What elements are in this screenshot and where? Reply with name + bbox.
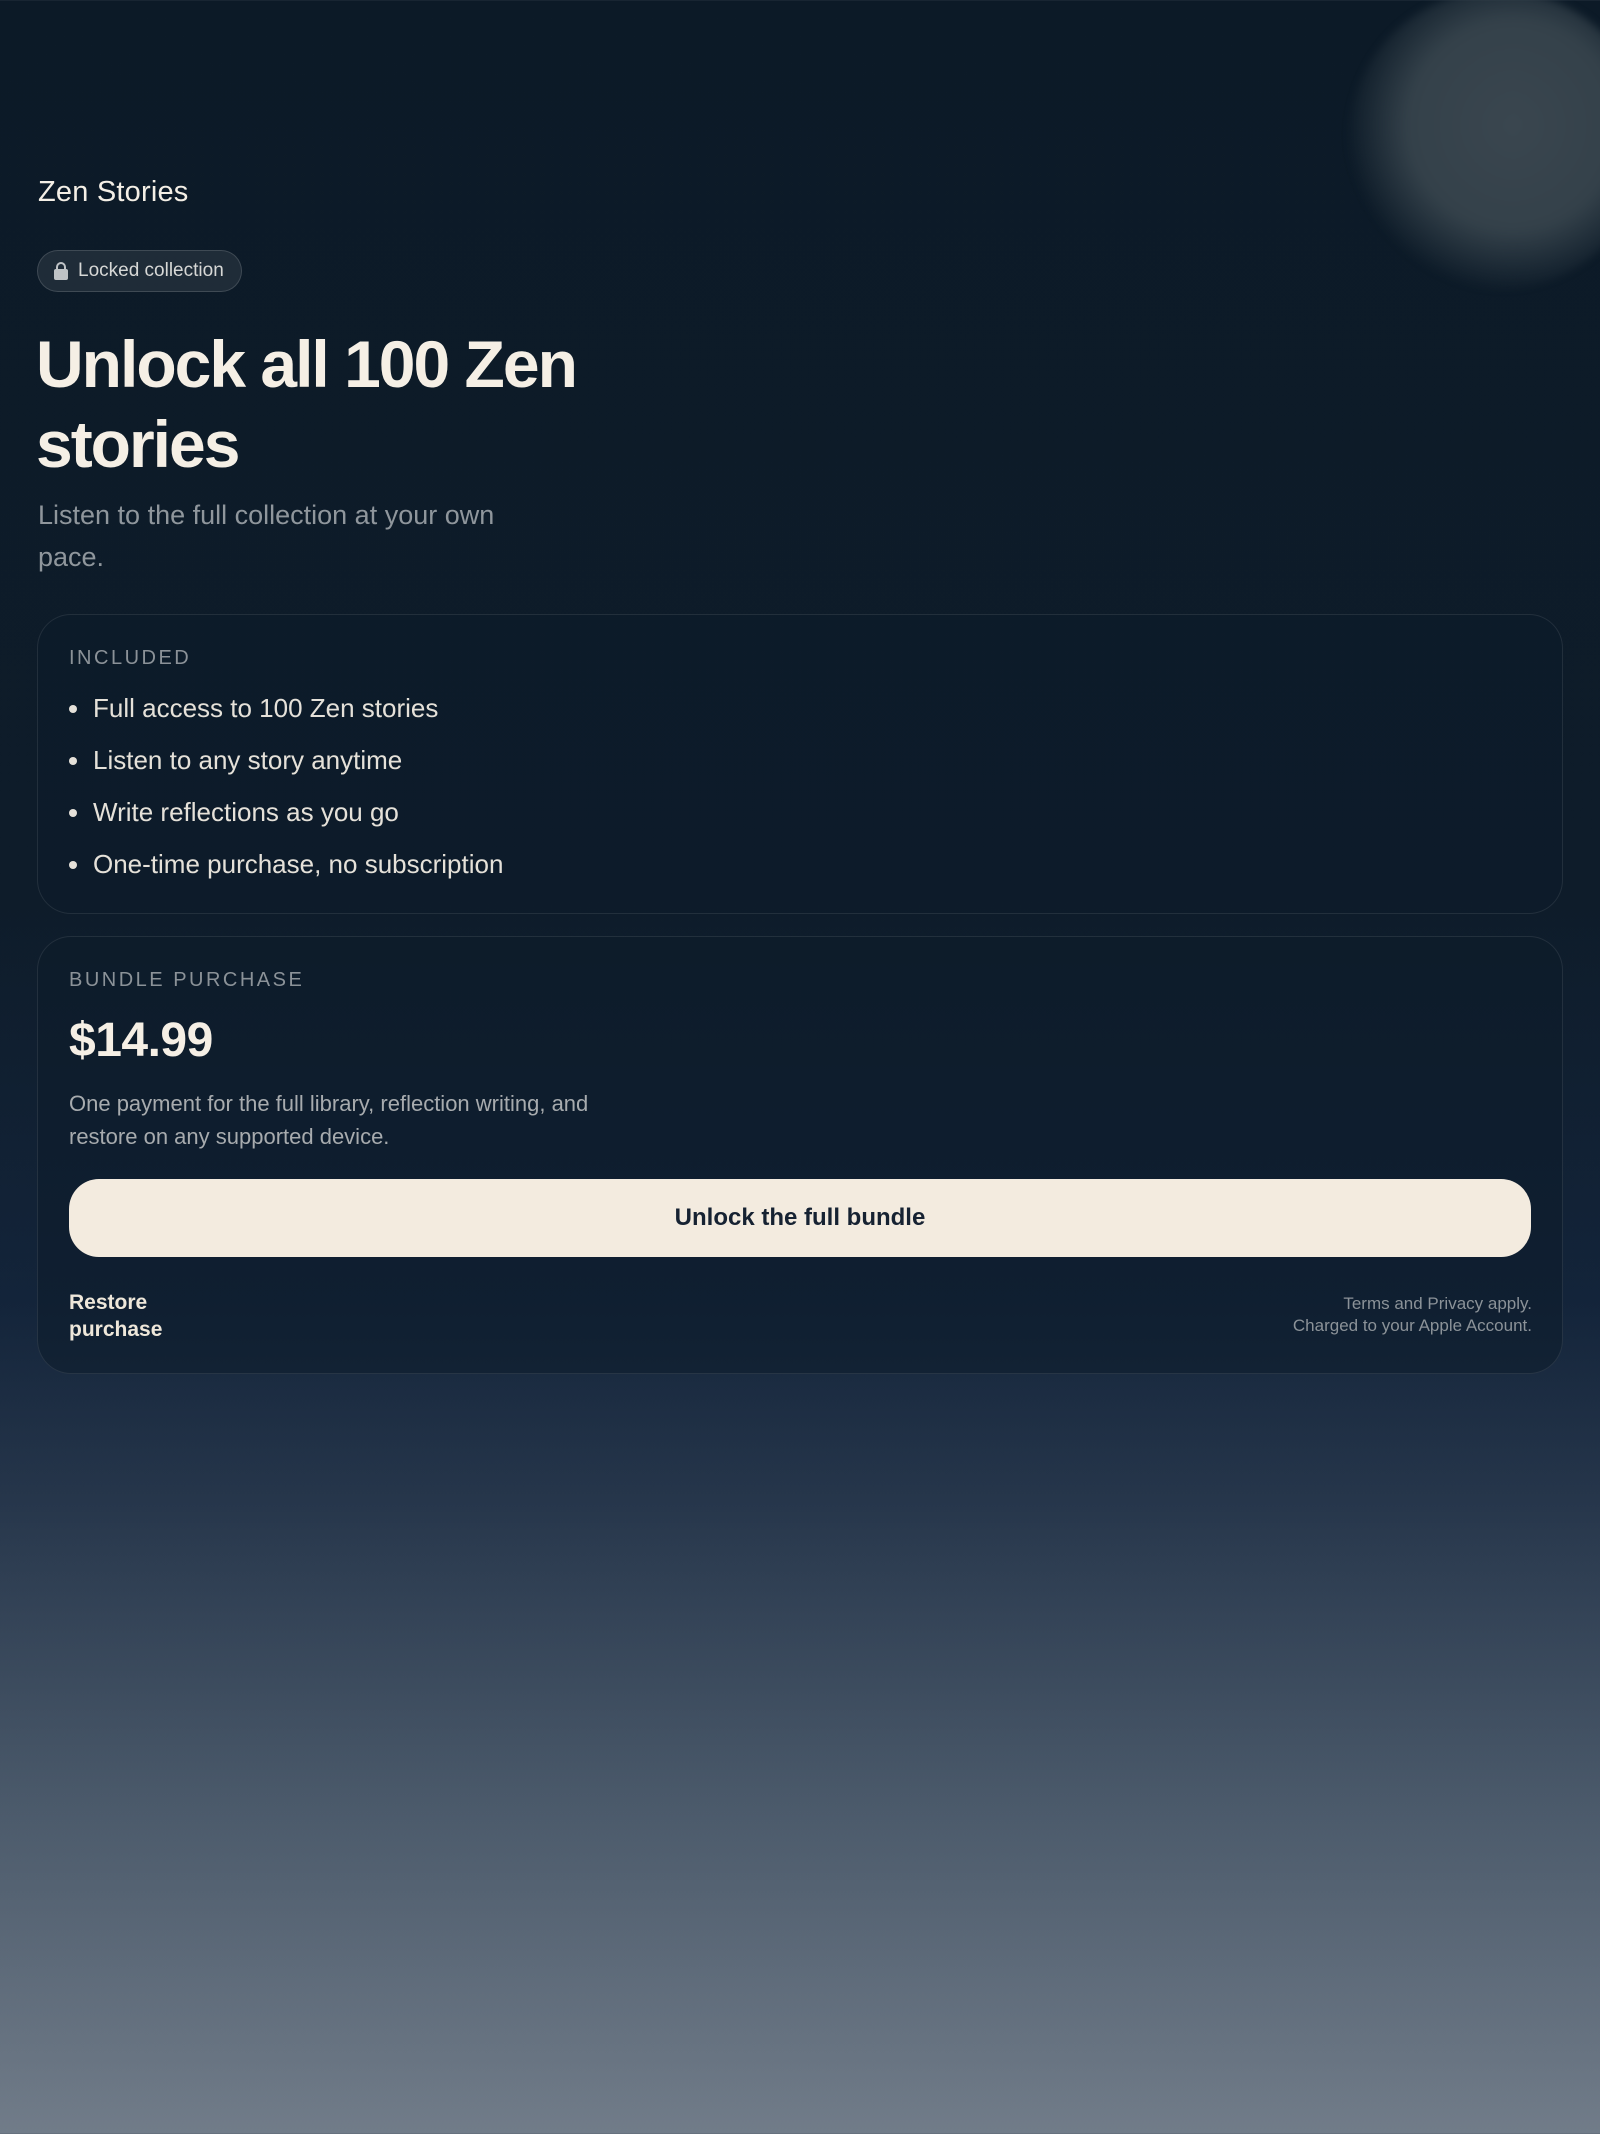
bundle-purchase-card: BUNDLE PURCHASE $14.99 One payment for t… (37, 936, 1563, 1374)
bundle-price: $14.99 (69, 1014, 213, 1067)
lock-icon (54, 262, 68, 280)
feature-text: One-time purchase, no subscription (93, 849, 504, 879)
list-item: Write reflections as you go (69, 795, 503, 847)
bundle-section-label: BUNDLE PURCHASE (69, 969, 305, 991)
included-card: INCLUDED Full access to 100 Zen stories … (37, 614, 1563, 914)
legal-charge-text: Charged to your Apple Account. (1292, 1316, 1532, 1335)
app-title: Zen Stories (38, 176, 189, 208)
moon-decoration (1348, 0, 1600, 290)
legal-notice: Terms and Privacy apply. Charged to your… (1293, 1293, 1532, 1337)
bullet-icon (69, 705, 77, 713)
page-subheadline: Listen to the full collection at your ow… (38, 500, 495, 572)
feature-list: Full access to 100 Zen stories Listen to… (69, 691, 503, 899)
list-item: One-time purchase, no subscription (69, 847, 503, 899)
bullet-icon (69, 861, 77, 869)
feature-text: Listen to any story anytime (93, 745, 403, 775)
list-item: Full access to 100 Zen stories (69, 691, 503, 743)
list-item: Listen to any story anytime (69, 743, 503, 795)
locked-collection-badge: Locked collection (37, 250, 242, 292)
bundle-description: One payment for the full library, reflec… (69, 1091, 589, 1149)
bullet-icon (69, 757, 77, 765)
included-section-label: INCLUDED (69, 647, 192, 669)
bullet-icon (69, 809, 77, 817)
unlock-bundle-button[interactable]: Unlock the full bundle (69, 1179, 1531, 1257)
badge-label: Locked collection (78, 260, 224, 281)
restore-purchase-link[interactable]: Restore purchase (69, 1289, 189, 1343)
legal-terms-text: Terms and Privacy apply. (1343, 1294, 1532, 1313)
page-headline: Unlock all 100 Zen stories (36, 327, 578, 481)
feature-text: Full access to 100 Zen stories (93, 693, 439, 723)
feature-text: Write reflections as you go (93, 797, 399, 827)
